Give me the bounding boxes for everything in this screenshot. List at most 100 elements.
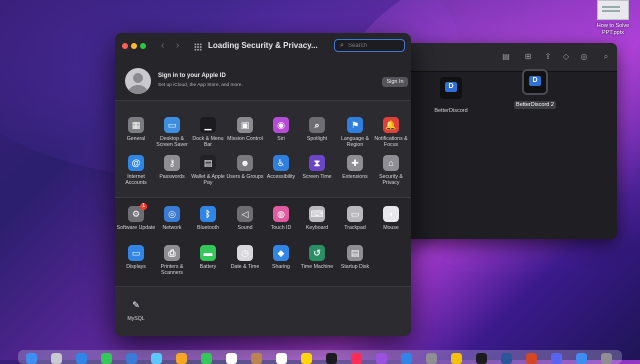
pane-spotlight[interactable]: ⌕ Spotlight	[297, 117, 337, 142]
search-input[interactable]	[348, 41, 400, 50]
pane-startup-disk[interactable]: ▤ Startup Disk	[335, 245, 375, 270]
pane-label: Spotlight	[306, 136, 328, 142]
pane-bluetooth[interactable]: ᛒ Bluetooth	[188, 206, 228, 231]
tv-icon[interactable]	[326, 353, 337, 364]
pane-mission-control[interactable]: ▣ Mission Control	[225, 117, 265, 142]
pane-network[interactable]: ◎ Network	[152, 206, 192, 231]
action-icon[interactable]: ◎	[579, 52, 589, 61]
finder-item-betterdiscord-2[interactable]: D BetterDiscord 2	[505, 69, 565, 111]
spotlight-icon: ⌕	[309, 117, 325, 133]
pane-printers[interactable]: ⎙ Printers & Scanners	[152, 245, 192, 276]
safari-icon[interactable]	[76, 353, 87, 364]
finder-window-icon[interactable]	[576, 353, 587, 364]
pane-dock[interactable]: ▁ Dock & Menu Bar	[188, 117, 228, 148]
finder-icon[interactable]	[26, 353, 37, 364]
mail-icon[interactable]	[126, 353, 137, 364]
pane-keyboard[interactable]: ⌨ Keyboard	[297, 206, 337, 231]
zoom-button[interactable]	[140, 43, 146, 49]
pane-internet-accounts[interactable]: @ Internet Accounts	[116, 155, 156, 186]
pane-label: Date & Time	[230, 264, 260, 270]
general-icon: ▦	[128, 117, 144, 133]
app-store-icon[interactable]	[401, 353, 412, 364]
pane-label: Extensions	[342, 174, 368, 180]
facetime-icon[interactable]	[201, 353, 212, 364]
reminders-icon[interactable]	[276, 353, 287, 364]
dock-icon: ▁	[200, 117, 216, 133]
chrome-icon[interactable]	[451, 353, 462, 364]
show-all-grid-icon[interactable]	[194, 43, 202, 51]
pane-label: Mouse	[383, 225, 399, 231]
pane-sharing[interactable]: ◆ Sharing	[261, 245, 301, 270]
pane-users[interactable]: ☻ Users & Groups	[225, 155, 265, 180]
apple-id-banner: Sign in to your Apple ID Set up iCloud, …	[125, 66, 408, 100]
pane-label: Accessibility	[266, 174, 296, 180]
apple-id-title: Sign in to your Apple ID	[158, 73, 226, 79]
pane-security[interactable]: ⌂ Security & Privacy	[371, 155, 411, 186]
launchpad-icon[interactable]	[51, 353, 62, 364]
desktop-file-pptx[interactable]: How to Solve PPT.pptx	[588, 0, 638, 37]
pane-wallet[interactable]: ▤ Wallet & Apple Pay	[188, 155, 228, 186]
music-icon[interactable]	[351, 353, 362, 364]
messages-icon[interactable]	[101, 353, 112, 364]
pane-mouse[interactable]: ◖ Mouse	[371, 206, 411, 231]
pane-label: Passwords	[159, 174, 185, 180]
desktop-file-name: How to Solve PPT.pptx	[596, 23, 630, 36]
pane-mysql[interactable]: ✎ MySQL	[116, 297, 156, 322]
finder-window[interactable]: ▤ ⊞ ⇪ ◇ ◎ ⌕ D BetterDiscord D BetterDisc…	[405, 43, 617, 239]
pane-label: Time Machine	[300, 264, 334, 270]
forward-button[interactable]: ›	[176, 40, 179, 51]
sharing-icon: ◆	[273, 245, 289, 261]
pane-battery[interactable]: ▬ Battery	[188, 245, 228, 270]
dock	[18, 350, 622, 364]
pane-label: Software Update	[116, 225, 156, 231]
finder-item-betterdiscord[interactable]: D BetterDiscord	[421, 77, 481, 117]
maps-icon[interactable]	[151, 353, 162, 364]
trash-icon[interactable]	[601, 353, 612, 364]
word-icon[interactable]	[501, 353, 512, 364]
pane-label: Wallet & Apple Pay	[191, 174, 225, 187]
pane-language[interactable]: ⚑ Language & Region	[335, 117, 375, 148]
pane-siri[interactable]: ◉ Siri	[261, 117, 301, 142]
sign-in-button[interactable]: Sign In	[382, 77, 408, 87]
system-preferences-icon[interactable]	[426, 353, 437, 364]
discord-icon[interactable]	[551, 353, 562, 364]
prefs-section-other	[115, 287, 411, 336]
pane-screen-time[interactable]: ⧗ Screen Time	[297, 155, 337, 180]
pane-sound[interactable]: ◁ Sound	[225, 206, 265, 231]
tag-icon[interactable]: ◇	[561, 52, 571, 61]
pane-date-time[interactable]: ◷ Date & Time	[225, 245, 265, 270]
pane-trackpad[interactable]: ▭ Trackpad	[335, 206, 375, 231]
pane-touch-id[interactable]: ◍ Touch ID	[261, 206, 301, 231]
pane-general[interactable]: ▦ General	[116, 117, 156, 142]
pane-label: Desktop & Screen Saver	[156, 136, 188, 149]
photos-icon[interactable]	[176, 353, 187, 364]
pane-time-machine[interactable]: ↺ Time Machine	[297, 245, 337, 270]
list-view-icon[interactable]: ▤	[501, 52, 511, 61]
share-icon[interactable]: ⇪	[543, 52, 553, 61]
pane-displays[interactable]: ▭ Displays	[116, 245, 156, 270]
powerpoint-icon[interactable]	[526, 353, 537, 364]
pane-software-update[interactable]: ⚙ 1 Software Update	[116, 203, 156, 231]
search-field[interactable]: ⌕	[334, 39, 405, 52]
system-preferences-window: ‹ › Loading Security & Privacy... ⌕ Sign…	[115, 33, 411, 336]
close-button[interactable]	[122, 43, 128, 49]
podcasts-icon[interactable]	[376, 353, 387, 364]
pane-passwords[interactable]: ⚷ Passwords	[152, 155, 192, 180]
calendar-icon[interactable]	[226, 353, 237, 364]
group-icon[interactable]: ⊞	[523, 52, 533, 61]
search-icon: ⌕	[340, 42, 344, 49]
pane-label: Dock & Menu Bar	[192, 136, 224, 149]
search-icon[interactable]: ⌕	[601, 52, 611, 61]
terminal-icon[interactable]	[476, 353, 487, 364]
pane-notifications[interactable]: 🔔 Notifications & Focus	[371, 117, 411, 148]
pane-label: Internet Accounts	[125, 174, 147, 187]
pane-extensions[interactable]: ✚ Extensions	[335, 155, 375, 180]
pane-label: Bluetooth	[197, 225, 219, 231]
minimize-button[interactable]	[131, 43, 137, 49]
contacts-icon[interactable]	[251, 353, 262, 364]
pane-desktop[interactable]: ▭ Desktop & Screen Saver	[152, 117, 192, 148]
software-update-icon: ⚙ 1	[128, 203, 147, 222]
notes-icon[interactable]	[301, 353, 312, 364]
back-button[interactable]: ‹	[161, 40, 164, 51]
pane-accessibility[interactable]: ♿ Accessibility	[261, 155, 301, 180]
